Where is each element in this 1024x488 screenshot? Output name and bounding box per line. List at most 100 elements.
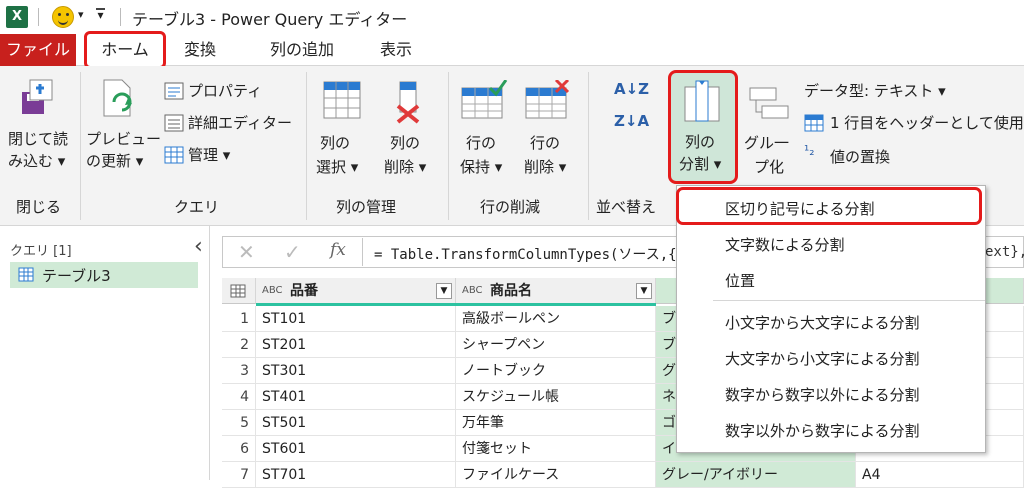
- table-cell[interactable]: 付箋セット: [456, 436, 656, 462]
- menu-item-by-number-of-characters[interactable]: 文字数による分割: [725, 234, 845, 255]
- filter-dropdown-icon[interactable]: ▼: [436, 283, 452, 299]
- menu-item-lower-to-upper[interactable]: 小文字から大文字による分割: [725, 312, 920, 333]
- quick-access-customize-icon[interactable]: ▾: [96, 8, 105, 21]
- remove-columns-button[interactable]: 列の 削除 ▾: [382, 78, 438, 186]
- remove-rows-label-1: 行の: [530, 134, 561, 152]
- properties-button[interactable]: プロパティ: [164, 80, 294, 102]
- manage-table-icon: [164, 146, 184, 164]
- collapse-pane-icon[interactable]: ‹: [194, 234, 203, 259]
- keep-rows-icon: [461, 80, 508, 119]
- table-cell[interactable]: ST401: [256, 384, 456, 410]
- table-cell[interactable]: A4: [856, 462, 1024, 488]
- menu-item-digit-to-non-digit[interactable]: 数字から数字以外による分割: [725, 384, 920, 405]
- title-separator: [120, 8, 121, 26]
- table-cell[interactable]: 万年筆: [456, 410, 656, 436]
- tab-home[interactable]: ホーム: [84, 31, 166, 69]
- column-header-part-number[interactable]: ABC 品番 ▼: [256, 278, 456, 304]
- properties-label: プロパティ: [188, 82, 263, 100]
- close-load-button[interactable]: 閉じて読 み込む ▾: [8, 78, 74, 186]
- queries-header: クエリ [1]: [10, 244, 72, 259]
- column-header-product-name[interactable]: ABC 商品名 ▼: [456, 278, 656, 304]
- remove-columns-label-1: 列の: [390, 134, 421, 152]
- table-cell[interactable]: ST501: [256, 410, 456, 436]
- table-cell[interactable]: ST101: [256, 306, 456, 332]
- table-cell[interactable]: シャープペン: [456, 332, 656, 358]
- replace-values-label: 値の置換: [830, 148, 891, 166]
- smiley-feedback-icon[interactable]: [52, 6, 74, 28]
- use-first-row-headers-button[interactable]: 1 行目をヘッダーとして使用: [804, 112, 1024, 134]
- table-cell[interactable]: スケジュール帳: [456, 384, 656, 410]
- query-item-label: テーブル3: [42, 267, 111, 285]
- query-group-label: クエリ: [174, 198, 220, 216]
- sort-ascending-button[interactable]: A↓Z: [614, 80, 649, 98]
- column-group-label: 列の管理: [336, 198, 397, 216]
- refresh-label-1: プレビュー: [86, 130, 162, 148]
- advanced-editor-button[interactable]: 詳細エディター: [164, 112, 304, 134]
- advanced-editor-icon: [164, 114, 184, 132]
- replace-values-icon: ¹₂: [804, 144, 815, 159]
- choose-columns-button[interactable]: 列の 選択 ▾: [316, 78, 372, 186]
- split-column-label-2: 分割 ▾: [679, 155, 722, 173]
- manage-button[interactable]: 管理 ▾: [164, 144, 264, 166]
- cancel-formula-icon: ✕: [238, 240, 255, 264]
- replace-values-button[interactable]: ¹₂ 値の置換: [804, 144, 944, 168]
- close-load-label-1: 閉じて読: [8, 130, 69, 148]
- table-row: 7 ST701 ファイルケース グレー/アイボリー A4: [222, 462, 1024, 488]
- close-load-label-2: み込む ▾: [8, 152, 66, 170]
- menu-item-non-digit-to-digit[interactable]: 数字以外から数字による分割: [725, 420, 920, 441]
- group-separator: [306, 72, 307, 220]
- remove-rows-button[interactable]: 行の 削除 ▾: [522, 78, 578, 186]
- group-separator: [588, 72, 589, 220]
- keep-rows-label-1: 行の: [466, 134, 497, 152]
- table-menu-icon: [230, 284, 246, 298]
- table-cell[interactable]: ファイルケース: [456, 462, 656, 488]
- menu-item-upper-to-lower[interactable]: 大文字から小文字による分割: [725, 348, 920, 369]
- formula-input[interactable]: = Table.TransformColumnTypes(ソース,{: [374, 244, 677, 264]
- tab-file[interactable]: ファイル: [0, 34, 76, 66]
- split-column-icon: [684, 80, 720, 122]
- table-cell[interactable]: グレー/アイボリー: [656, 462, 856, 488]
- split-column-label-1: 列の: [685, 133, 716, 151]
- keep-rows-button[interactable]: 行の 保持 ▾: [458, 78, 514, 186]
- filter-dropdown-icon[interactable]: ▼: [636, 283, 652, 299]
- choose-columns-icon: [323, 81, 361, 119]
- row-number: 5: [222, 410, 256, 436]
- tab-add-column[interactable]: 列の追加: [270, 34, 334, 66]
- use-first-row-headers-label: 1 行目をヘッダーとして使用: [830, 114, 1024, 132]
- window-title: テーブル3 - Power Query エディター: [132, 10, 408, 29]
- sort-descending-button[interactable]: Z↓A: [614, 112, 649, 130]
- fx-icon[interactable]: fx: [330, 240, 346, 260]
- split-column-button[interactable]: 列の 分割 ▾: [668, 70, 738, 184]
- query-item-table3[interactable]: テーブル3: [10, 262, 198, 288]
- tab-view[interactable]: 表示: [380, 34, 412, 66]
- refresh-preview-button[interactable]: プレビュー の更新 ▾: [86, 78, 162, 186]
- table-cell[interactable]: ST301: [256, 358, 456, 384]
- keep-rows-label-2: 保持 ▾: [460, 158, 503, 176]
- tab-transform[interactable]: 変換: [184, 34, 216, 66]
- group-by-icon: [749, 87, 789, 119]
- row-number: 7: [222, 462, 256, 488]
- group-separator: [448, 72, 449, 220]
- confirm-formula-icon: ✓: [284, 240, 301, 264]
- table-cell[interactable]: ST701: [256, 462, 456, 488]
- sort-group-label: 並べ替え: [596, 198, 657, 216]
- advanced-editor-label: 詳細エディター: [188, 114, 292, 132]
- table-header-icon: [804, 114, 824, 132]
- menu-item-by-positions[interactable]: 位置: [725, 270, 755, 291]
- group-by-label-2: プ化: [754, 158, 785, 176]
- split-column-menu: 区切り記号による分割 文字数による分割 位置 小文字から大文字による分割 大文字…: [676, 185, 986, 453]
- table-menu-button[interactable]: [222, 278, 256, 304]
- close-group-label: 閉じる: [16, 198, 62, 216]
- column-header-label: 商品名: [490, 283, 532, 299]
- text-type-icon: ABC: [262, 285, 283, 296]
- group-by-button[interactable]: グル一 プ化: [744, 78, 800, 186]
- data-type-dropdown[interactable]: データ型: テキスト ▾: [804, 80, 946, 101]
- formula-tail: ext},: [985, 244, 1024, 260]
- table-cell[interactable]: ST601: [256, 436, 456, 462]
- refresh-label-2: の更新 ▾: [86, 152, 144, 170]
- table-cell[interactable]: 高級ボールペン: [456, 306, 656, 332]
- row-number: 4: [222, 384, 256, 410]
- smiley-dropdown-icon[interactable]: ▾: [78, 8, 84, 21]
- table-cell[interactable]: ノートブック: [456, 358, 656, 384]
- table-cell[interactable]: ST201: [256, 332, 456, 358]
